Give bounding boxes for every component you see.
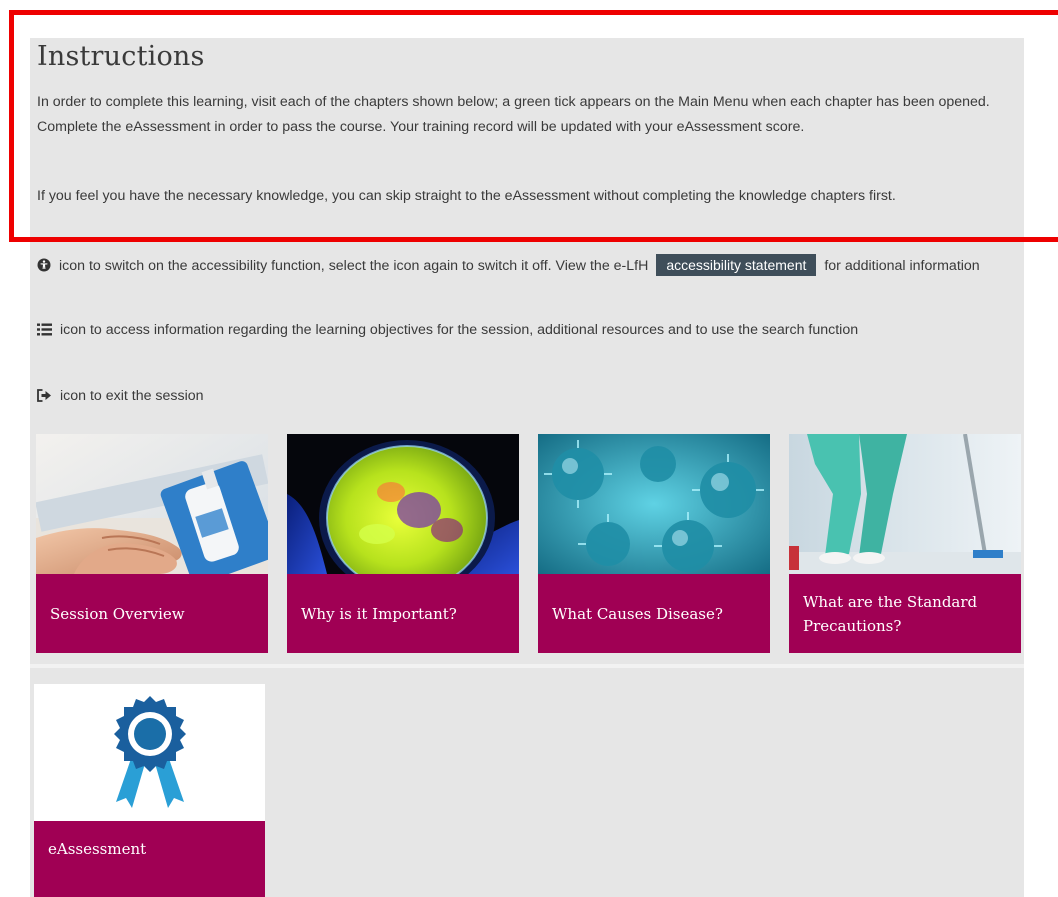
exit-help-text: icon to exit the session xyxy=(37,384,1012,411)
exit-help-label: icon to exit the session xyxy=(60,388,204,404)
menu-help-label: icon to access information regarding the… xyxy=(60,322,859,338)
instructions-paragraph-1: In order to complete this learning, visi… xyxy=(37,94,990,135)
instructions-paragraph-2: If you feel you have the necessary knowl… xyxy=(37,188,896,204)
clinical-scrubs-photo xyxy=(789,434,1021,574)
accessibility-help-label: icon to switch on the accessibility func… xyxy=(59,258,649,274)
accessibility-icon xyxy=(37,256,51,281)
chapter-card-label: What are the Standard Precautions? xyxy=(789,574,1021,653)
chapter-card-label: What Causes Disease? xyxy=(538,574,770,653)
microbes-photo xyxy=(538,434,770,574)
chapter-card-label: Session Overview xyxy=(36,574,268,653)
card-row-divider xyxy=(30,664,1024,668)
accessibility-statement-link[interactable]: accessibility statement xyxy=(656,254,817,276)
list-menu-icon xyxy=(37,320,52,345)
accessibility-help-suffix: for additional information xyxy=(824,258,980,274)
accessibility-help-text: icon to switch on the accessibility func… xyxy=(37,254,1012,281)
chapter-card-standard-precautions[interactable]: What are the Standard Precautions? xyxy=(789,434,1021,653)
hand-sanitiser-photo xyxy=(36,434,268,574)
exit-icon xyxy=(37,386,52,411)
chapter-card-label: eAssessment xyxy=(34,821,265,897)
chapter-card-eassessment[interactable]: eAssessment xyxy=(34,684,265,897)
chapter-card-why-important[interactable]: Why is it Important? xyxy=(287,434,519,653)
chapter-card-what-causes-disease[interactable]: What Causes Disease? xyxy=(538,434,770,653)
chapter-card-label: Why is it Important? xyxy=(287,574,519,653)
petri-dish-photo xyxy=(287,434,519,574)
award-ribbon-icon xyxy=(34,684,265,821)
menu-help-text: icon to access information regarding the… xyxy=(37,318,1012,345)
chapter-card-session-overview[interactable]: Session Overview xyxy=(36,434,268,653)
page-title: Instructions xyxy=(37,41,205,72)
